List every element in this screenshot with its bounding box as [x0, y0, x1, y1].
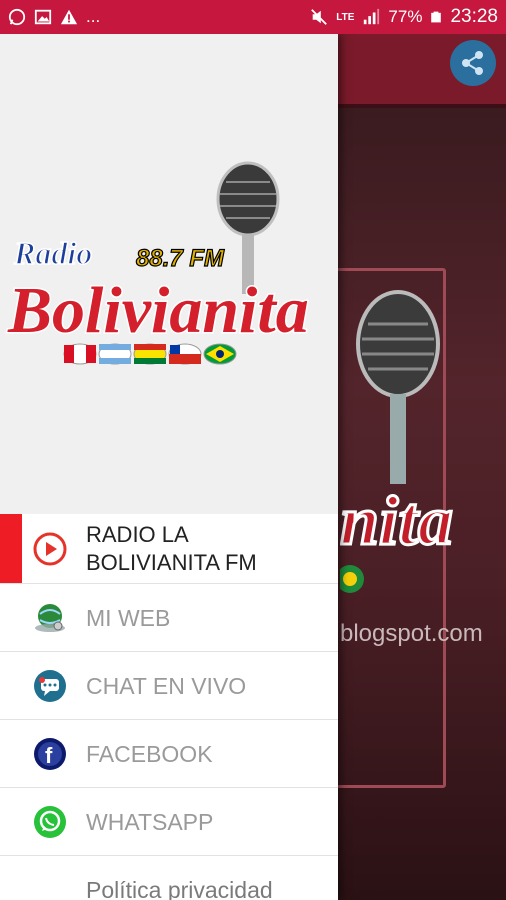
drawer-menu: RADIO LA BOLIVIANITA FM MI WEB CHAT EN V… — [0, 514, 338, 900]
flags-row — [63, 343, 237, 365]
svg-text:88.7 FM: 88.7 FM — [136, 245, 225, 272]
image-icon — [34, 9, 52, 25]
menu-item-label: MI WEB — [86, 604, 171, 631]
signal-icon — [364, 8, 380, 25]
navigation-drawer: Radio 88.7 FM Bolivianita RADIO LA BOLIV… — [0, 34, 338, 900]
warning-icon — [60, 9, 78, 25]
flag-argentina-icon — [98, 343, 132, 365]
flag-peru-icon — [63, 343, 97, 365]
menu-item-label: FACEBOOK — [86, 740, 213, 767]
lte-icon: LTE — [336, 11, 355, 23]
globe-icon — [35, 603, 65, 632]
battery-percent: 77% — [388, 7, 423, 26]
background-url-text: blogspot.com — [340, 620, 483, 647]
drawer-header: Radio 88.7 FM Bolivianita — [0, 34, 338, 514]
svg-text:Radio: Radio — [13, 235, 92, 271]
flag-bolivia-icon — [133, 343, 167, 365]
background-logo: nita — [340, 290, 454, 593]
menu-item-privacy[interactable]: Política privacidad — [0, 856, 338, 900]
flag-chile-icon — [168, 343, 202, 365]
menu-item-chat[interactable]: CHAT EN VIVO — [0, 652, 338, 720]
status-left: ... — [8, 7, 100, 27]
menu-item-label: CHAT EN VIVO — [86, 672, 247, 699]
facebook-icon: f — [34, 737, 66, 770]
mute-icon — [311, 9, 328, 25]
svg-text:Bolivianita: Bolivianita — [7, 274, 309, 347]
whatsapp-icon — [34, 805, 66, 838]
menu-item-mi-web[interactable]: MI WEB — [0, 584, 338, 652]
menu-item-radio[interactable]: RADIO LA BOLIVIANITA FM — [0, 514, 338, 584]
menu-item-whatsapp[interactable]: WHATSAPP — [0, 788, 338, 856]
status-ellipsis: ... — [86, 7, 101, 26]
share-button[interactable] — [450, 40, 496, 86]
status-right: LTE 77% 23:28 — [310, 6, 498, 28]
active-indicator — [0, 514, 22, 583]
menu-item-label-line2: BOLIVIANITA FM — [86, 549, 257, 575]
battery-icon — [431, 11, 442, 23]
chat-icon — [34, 669, 66, 702]
menu-item-label-line1: RADIO LA — [86, 521, 189, 547]
share-icon — [462, 51, 483, 75]
clock: 23:28 — [450, 6, 498, 27]
menu-item-facebook[interactable]: f FACEBOOK — [0, 720, 338, 788]
status-bar: ... LTE 77% 23:28 — [0, 0, 506, 34]
svg-text:nita: nita — [340, 483, 453, 560]
radio-logo: Radio 88.7 FM Bolivianita — [6, 161, 310, 365]
play-icon — [33, 532, 67, 565]
menu-item-label: WHATSAPP — [86, 808, 214, 835]
whatsapp-icon — [8, 8, 26, 26]
menu-item-label: RADIO LA BOLIVIANITA FM — [86, 521, 257, 577]
flag-brazil-icon — [203, 343, 237, 365]
svg-text:f: f — [45, 743, 53, 768]
menu-item-label: Política privacidad — [86, 877, 273, 900]
